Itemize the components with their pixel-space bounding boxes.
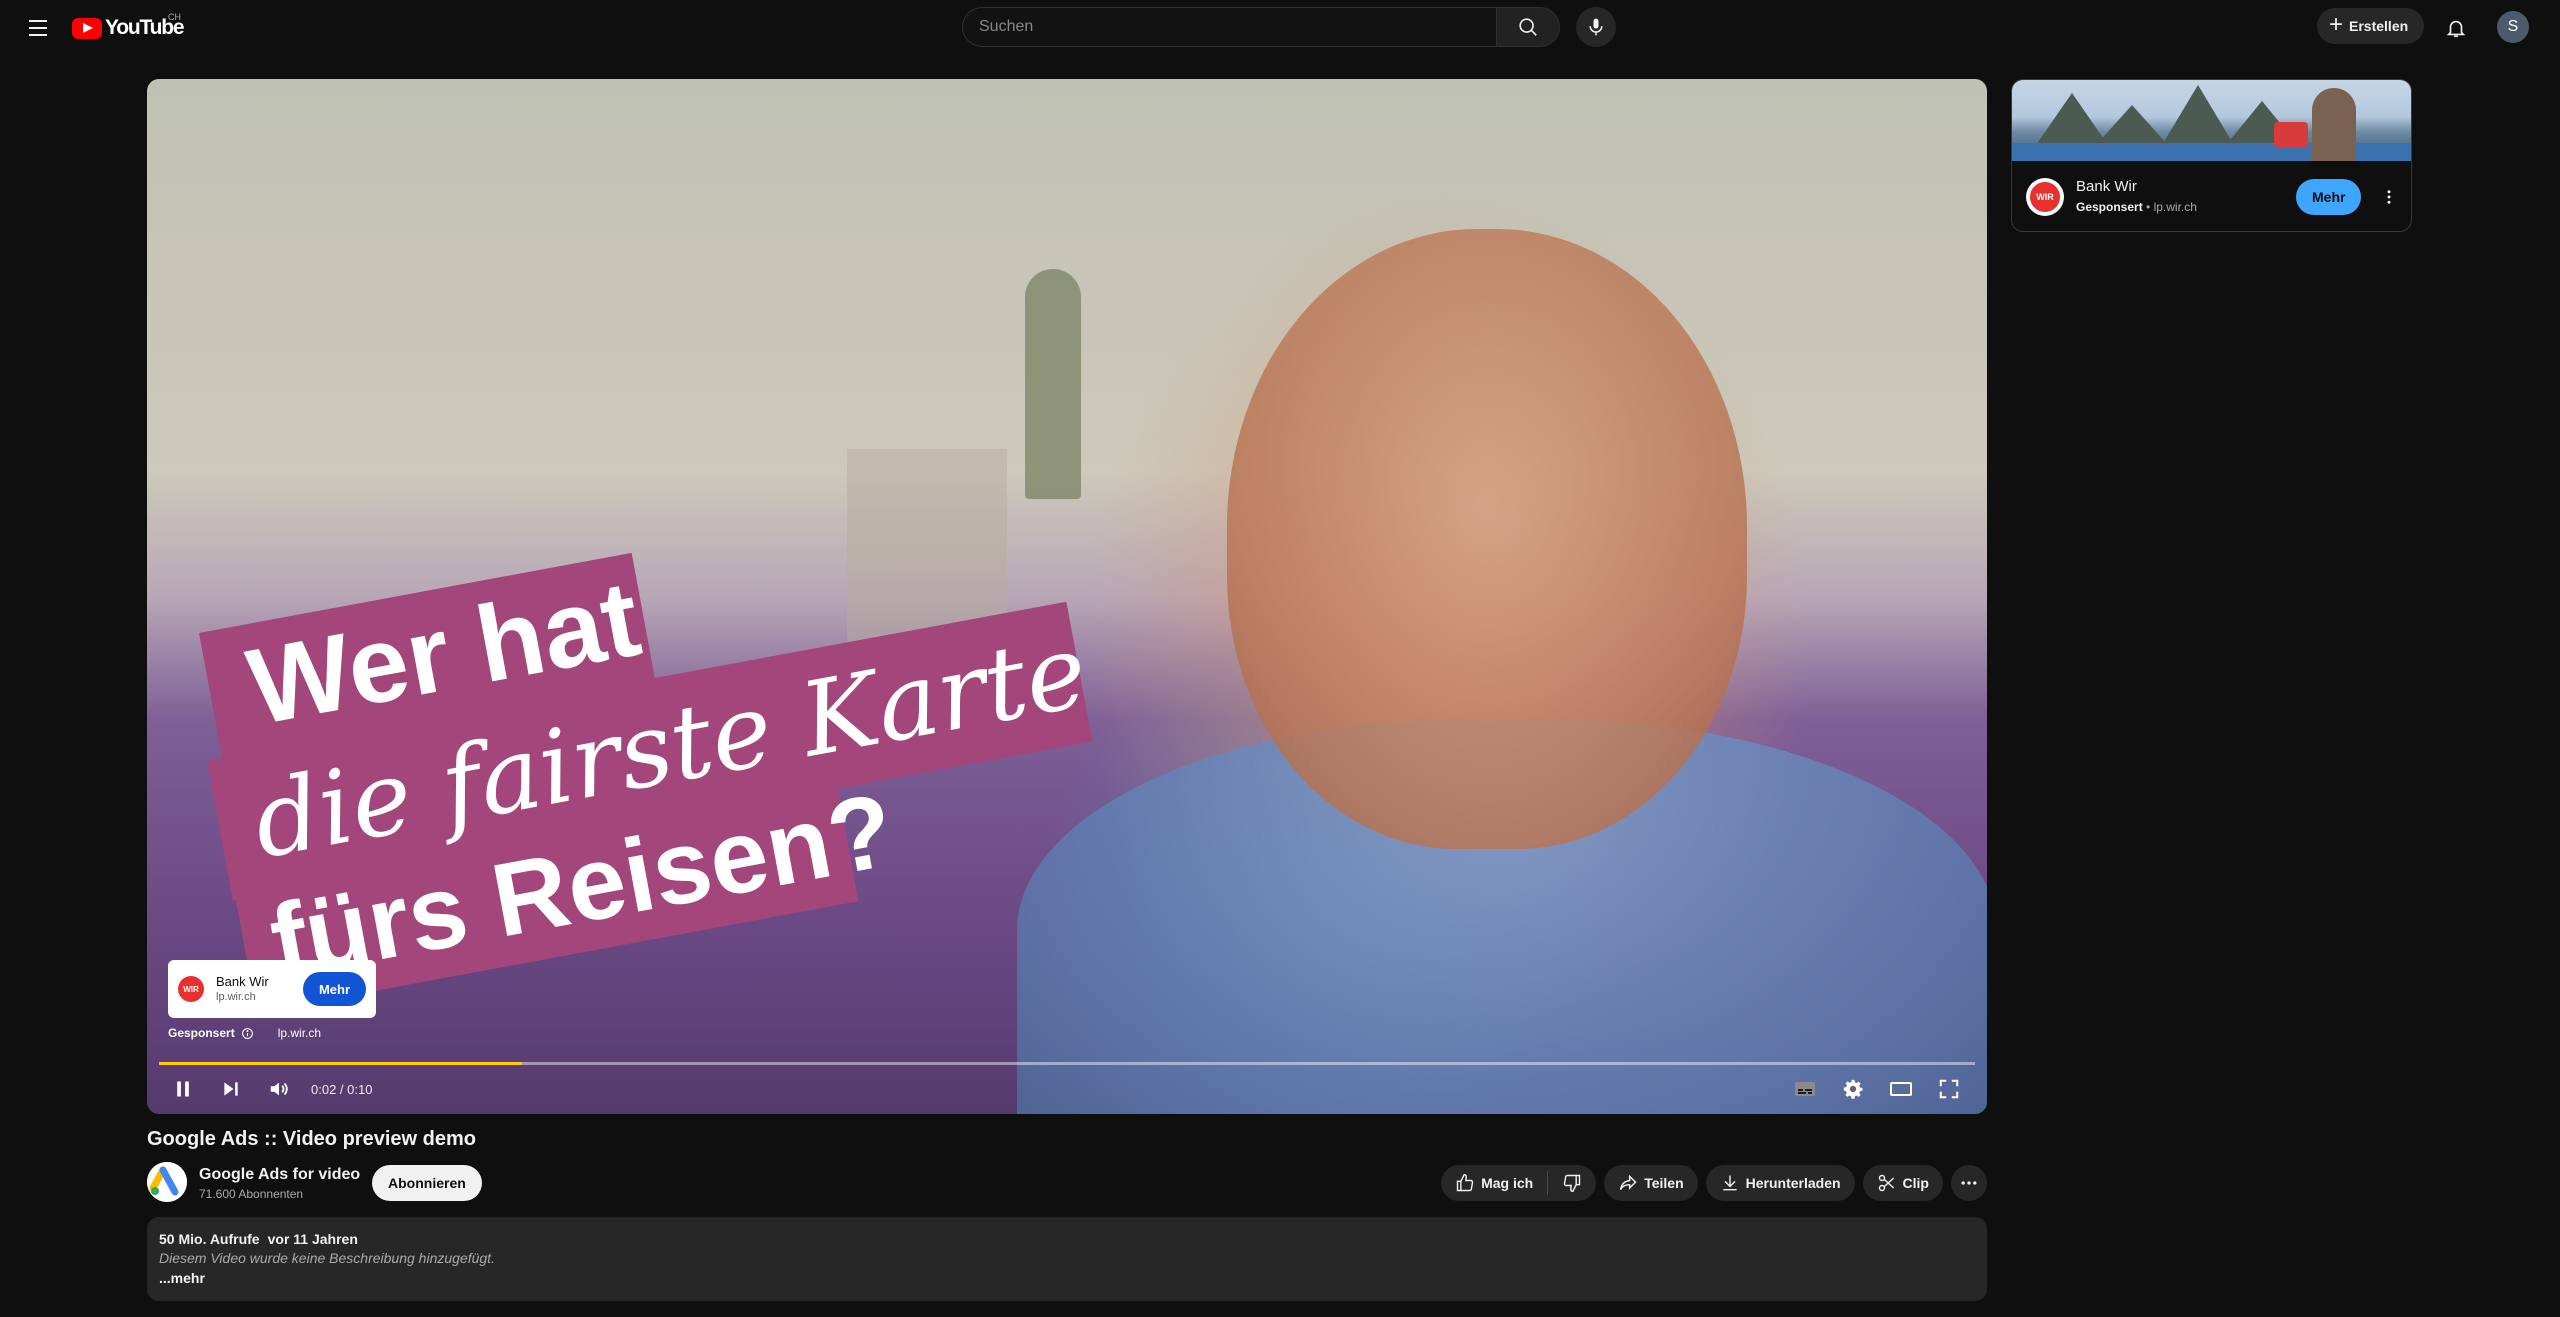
channel-name[interactable]: Google Ads for video xyxy=(199,1166,360,1184)
sidebar-advertiser-name: Bank Wir xyxy=(2076,178,2137,195)
time-display: 0:02 / 0:10 xyxy=(311,1081,373,1097)
subtitles-icon xyxy=(1795,1082,1815,1096)
download-button[interactable]: Herunterladen xyxy=(1706,1165,1855,1201)
video-actions: Mag ich Teilen Herunterladen Clip xyxy=(1441,1165,1987,1201)
theater-mode-button[interactable] xyxy=(1877,1065,1925,1113)
volume-button[interactable] xyxy=(255,1065,303,1113)
skip-next-icon xyxy=(224,1082,238,1096)
advertiser-logo: WIR xyxy=(178,976,204,1002)
advertiser-name: Bank Wir xyxy=(216,974,269,989)
meta-separator: • xyxy=(2146,200,2151,214)
subtitles-button[interactable] xyxy=(1781,1065,1829,1113)
sidebar-advertiser-logo: WIR xyxy=(2026,178,2064,216)
microphone-icon xyxy=(1589,18,1603,36)
youtube-play-icon xyxy=(72,17,102,39)
next-button[interactable] xyxy=(207,1065,255,1113)
subscribe-button[interactable]: Abonnieren xyxy=(372,1165,482,1201)
upload-age: vor 11 Jahren xyxy=(267,1231,358,1247)
youtube-logo[interactable]: YouTube xyxy=(72,16,185,40)
sidebar-ad-url: lp.wir.ch xyxy=(2153,200,2197,214)
create-label: Erstellen xyxy=(2349,18,2409,34)
settings-button[interactable] xyxy=(1829,1065,1877,1113)
description-text: Diesem Video wurde keine Beschreibung hi… xyxy=(159,1250,495,1266)
sidebar-sponsored-label: Gesponsert xyxy=(2076,200,2143,214)
download-label: Herunterladen xyxy=(1745,1175,1841,1191)
subscriber-count: 71.600 Abonnenten xyxy=(199,1187,304,1201)
top-bar: YouTube CH + Erstellen S xyxy=(0,0,2560,56)
pause-icon xyxy=(177,1081,189,1097)
like-button[interactable]: Mag ich xyxy=(1441,1165,1547,1201)
like-dislike-group: Mag ich xyxy=(1441,1165,1597,1201)
search-icon xyxy=(1519,18,1537,36)
fullscreen-button[interactable] xyxy=(1925,1065,1973,1113)
thumbs-up-icon xyxy=(1456,1173,1474,1192)
gear-icon xyxy=(1843,1079,1863,1099)
channel-avatar[interactable] xyxy=(147,1162,187,1202)
ad-url-link[interactable]: lp.wir.ch xyxy=(278,1026,321,1040)
sponsored-label: Gesponsert xyxy=(168,1026,235,1040)
banner-mountain xyxy=(2162,85,2234,145)
ad-overlay-card[interactable]: WIR Bank Wir lp.wir.ch Mehr xyxy=(168,960,376,1018)
dislike-button[interactable] xyxy=(1548,1165,1596,1201)
voice-search-button[interactable] xyxy=(1576,7,1616,47)
sidebar-ad-meta: Gesponsert • lp.wir.ch xyxy=(2076,200,2197,214)
download-icon xyxy=(1722,1175,1737,1191)
plus-icon: + xyxy=(2329,11,2344,38)
share-pill: Teilen xyxy=(1604,1165,1698,1201)
sidebar-ad-body: WIR Bank Wir Gesponsert • lp.wir.ch Mehr xyxy=(2012,161,2411,231)
wir-logo: WIR xyxy=(2030,182,2060,212)
clip-label: Clip xyxy=(1902,1175,1929,1191)
video-title: Google Ads :: Video preview demo xyxy=(147,1128,476,1150)
view-count: 50 Mio. Aufrufe xyxy=(159,1231,260,1247)
channel-row: Google Ads for video 71.600 Abonnenten A… xyxy=(147,1162,1987,1204)
info-icon[interactable] xyxy=(241,1027,254,1040)
share-icon xyxy=(1620,1174,1637,1191)
volume-icon xyxy=(270,1082,288,1096)
search-button[interactable] xyxy=(1496,7,1560,47)
player-controls: 0:02 / 0:10 xyxy=(147,1065,1987,1113)
share-button[interactable]: Teilen xyxy=(1604,1165,1697,1201)
scissors-icon xyxy=(1878,1174,1894,1192)
more-actions-button[interactable] xyxy=(1951,1165,1987,1201)
pause-button[interactable] xyxy=(159,1065,207,1113)
more-vertical-icon xyxy=(2387,190,2391,204)
banner-person xyxy=(2312,88,2356,161)
sidebar-ad-card[interactable]: WIR Bank Wir Gesponsert • lp.wir.ch Mehr xyxy=(2011,79,2412,232)
search-input[interactable] xyxy=(962,7,1496,47)
video-frame-tree xyxy=(1025,269,1081,499)
sidebar-ad-banner[interactable] xyxy=(2012,80,2411,161)
bell-icon xyxy=(2446,20,2466,38)
google-ads-logo-icon xyxy=(147,1162,187,1202)
advertiser-url: lp.wir.ch xyxy=(216,991,256,1003)
notifications-button[interactable] xyxy=(2436,8,2476,48)
youtube-watch-page: YouTube CH + Erstellen S Wer hat die fai… xyxy=(0,0,2560,1317)
banner-suitcase xyxy=(2274,122,2308,148)
ad-more-button[interactable]: Mehr xyxy=(302,972,366,1006)
ad-overlay-text: Bank Wir lp.wir.ch xyxy=(216,974,303,1004)
share-label: Teilen xyxy=(1644,1175,1684,1191)
fullscreen-icon xyxy=(1939,1079,1959,1099)
video-frame-person-face xyxy=(1227,229,1747,849)
video-player[interactable]: Wer hat die fairste Karte fürs Reisen? W… xyxy=(147,79,1987,1114)
more-horizontal-icon xyxy=(1961,1181,1977,1185)
download-pill: Herunterladen xyxy=(1705,1165,1855,1201)
ad-sponsor-info: Gesponsert lp.wir.ch xyxy=(168,1026,321,1040)
theater-mode-icon xyxy=(1890,1082,1912,1096)
create-button[interactable]: + Erstellen xyxy=(2317,8,2425,44)
description-box[interactable]: 50 Mio. Aufrufe vor 11 Jahren Diesem Vide… xyxy=(147,1217,1987,1301)
description-more-link[interactable]: ...mehr xyxy=(159,1268,1975,1288)
sidebar-ad-more-button[interactable]: Mehr xyxy=(2296,179,2362,215)
like-label: Mag ich xyxy=(1481,1175,1534,1191)
account-avatar[interactable]: S xyxy=(2497,11,2529,43)
search-box xyxy=(962,7,1560,47)
clip-button[interactable]: Clip xyxy=(1863,1165,1943,1201)
country-code: CH xyxy=(168,12,181,22)
thumbs-down-icon xyxy=(1563,1174,1581,1193)
video-stats: 50 Mio. Aufrufe vor 11 Jahren xyxy=(159,1230,1975,1248)
banner-mountain xyxy=(2096,105,2168,145)
clip-pill: Clip xyxy=(1862,1165,1943,1201)
player-controls-right xyxy=(1781,1065,1973,1113)
menu-icon[interactable] xyxy=(18,8,58,48)
sidebar-ad-menu-button[interactable] xyxy=(2374,179,2404,215)
